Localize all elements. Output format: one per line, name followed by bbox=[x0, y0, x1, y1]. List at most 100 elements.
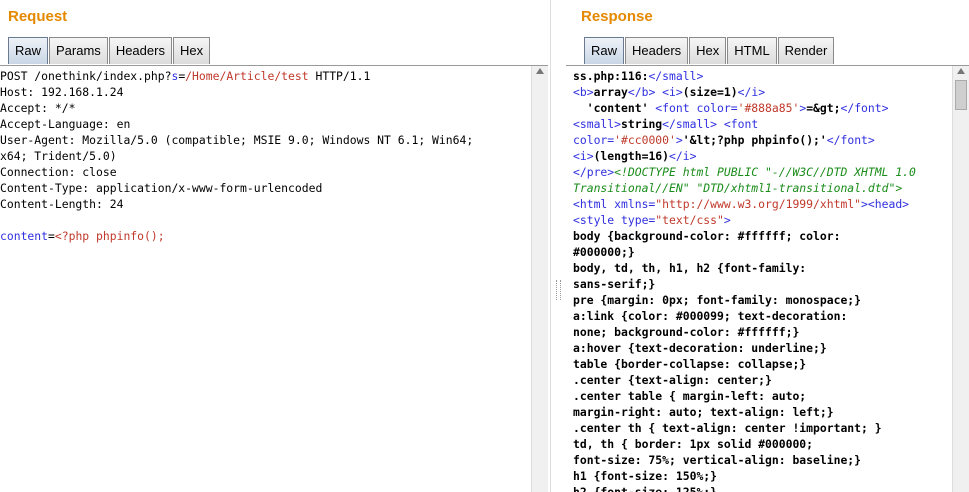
code-token: array bbox=[593, 85, 628, 99]
scroll-up-icon[interactable] bbox=[957, 68, 965, 74]
code-token: </font> bbox=[826, 133, 875, 147]
response-raw-text[interactable]: ss.php:116:</small> <b>array</b> <i>(size… bbox=[573, 68, 916, 492]
request-tab-headers[interactable]: Headers bbox=[108, 37, 172, 64]
response-line: ss.php:116:</small> bbox=[573, 68, 916, 84]
code-token: #000000;} bbox=[573, 245, 635, 259]
code-token: none; background-color: #ffffff;} bbox=[573, 325, 800, 339]
code-token: <style type= bbox=[573, 213, 656, 227]
code-token: body, td, th, h1, h2 {font-family: bbox=[573, 261, 807, 275]
code-token: /Home/Article/test bbox=[185, 69, 309, 83]
request-title: Request bbox=[8, 8, 68, 25]
code-token: <html xmlns= bbox=[573, 197, 656, 211]
code-token: =&gt; bbox=[806, 101, 841, 115]
request-raw-text[interactable]: POST /onethink/index.php?s=/Home/Article… bbox=[0, 68, 473, 244]
code-token: Accept-Language: en bbox=[0, 117, 131, 131]
code-token: a:link {color: #000099; text-decoration: bbox=[573, 309, 848, 323]
code-token: <i> bbox=[662, 85, 683, 99]
code-token: '#888a85' bbox=[737, 101, 800, 115]
request-line: Accept: */* bbox=[0, 100, 473, 116]
response-line: <style type="text/css"> bbox=[573, 212, 916, 228]
code-token: ><head> bbox=[861, 197, 910, 211]
response-line: <b>array</b> <i>(size=1)</i> bbox=[573, 84, 916, 100]
code-token: <font bbox=[723, 117, 759, 131]
response-line: pre {margin: 0px; font-family: monospace… bbox=[573, 292, 916, 308]
code-token: Content-Length: 24 bbox=[0, 197, 124, 211]
request-tab-raw[interactable]: Raw bbox=[8, 37, 49, 64]
code-token: "text/css" bbox=[655, 213, 724, 227]
code-token: POST /onethink/index.php? bbox=[0, 69, 172, 83]
response-line: a:hover {text-decoration: underline;} bbox=[573, 340, 916, 356]
response-panel: Response Raw Headers Hex HTML Render ss.… bbox=[566, 0, 969, 492]
code-token: ss.php:116: bbox=[573, 69, 649, 83]
request-line: content=<?php phpinfo(); bbox=[0, 228, 473, 244]
code-token: (length=16) bbox=[593, 149, 670, 163]
response-line: h2 {font-size: 125%;} bbox=[573, 484, 916, 492]
request-line: Host: 192.168.1.24 bbox=[0, 84, 473, 100]
code-token: color= bbox=[573, 133, 615, 147]
request-line: x64; Trident/5.0) bbox=[0, 148, 473, 164]
code-token: '&lt;?php phpinfo();' bbox=[682, 133, 827, 147]
response-line: none; background-color: #ffffff;} bbox=[573, 324, 916, 340]
code-token: a:hover {text-decoration: underline;} bbox=[573, 341, 827, 355]
response-line: .center table { margin-left: auto; bbox=[573, 388, 916, 404]
request-panel: Request Raw Params Headers Hex POST /one… bbox=[0, 0, 550, 492]
response-tab-headers[interactable]: Headers bbox=[625, 37, 689, 64]
code-token: x64; Trident/5.0) bbox=[0, 149, 117, 163]
request-line: Content-Type: application/x-www-form-url… bbox=[0, 180, 473, 196]
code-token: td, th { border: 1px solid #000000; bbox=[573, 437, 814, 451]
divider-grip-icon[interactable] bbox=[556, 280, 561, 300]
code-token: User-Agent: Mozilla/5.0 (compatible; MSI… bbox=[0, 133, 474, 147]
response-line: <small>string</small> <font bbox=[573, 116, 916, 132]
code-token: </i> bbox=[737, 85, 766, 99]
code-token: "http://www.w3.org/1999/xhtml" bbox=[655, 197, 862, 211]
code-token: > bbox=[723, 213, 731, 227]
code-token: margin-right: auto; text-align: left;} bbox=[573, 405, 834, 419]
request-tab-hex[interactable]: Hex bbox=[172, 37, 211, 64]
code-token: </small> bbox=[662, 117, 718, 131]
request-line: Accept-Language: en bbox=[0, 116, 473, 132]
code-token: </b> bbox=[627, 85, 656, 99]
response-line: <i>(length=16)</i> bbox=[573, 148, 916, 164]
response-line: sans-serif;} bbox=[573, 276, 916, 292]
response-line: .center {text-align: center;} bbox=[573, 372, 916, 388]
request-editor[interactable]: POST /onethink/index.php?s=/Home/Article… bbox=[0, 65, 548, 492]
code-token: pre {margin: 0px; font-family: monospace… bbox=[573, 293, 862, 307]
code-token: (size=1) bbox=[682, 85, 738, 99]
code-token: <small> bbox=[573, 117, 622, 131]
code-token: Content-Type: application/x-www-form-url… bbox=[0, 181, 323, 195]
code-token: string bbox=[621, 117, 663, 131]
code-token: </font> bbox=[840, 101, 889, 115]
request-line: User-Agent: Mozilla/5.0 (compatible; MSI… bbox=[0, 132, 473, 148]
code-token: Host: 192.168.1.24 bbox=[0, 85, 124, 99]
response-tab-hex[interactable]: Hex bbox=[689, 37, 727, 64]
code-token: .center table { margin-left: auto; bbox=[573, 389, 807, 403]
response-line: body {background-color: #ffffff; color: bbox=[573, 228, 916, 244]
code-token: <?php phpinfo(); bbox=[54, 229, 165, 243]
code-token: > bbox=[675, 133, 683, 147]
code-token: <font color= bbox=[655, 101, 738, 115]
code-token: '#cc0000' bbox=[614, 133, 676, 147]
response-scrollbar[interactable] bbox=[952, 66, 969, 492]
response-line: body, td, th, h1, h2 {font-family: bbox=[573, 260, 916, 276]
response-line: table {border-collapse: collapse;} bbox=[573, 356, 916, 372]
response-editor[interactable]: ss.php:116:</small> <b>array</b> <i>(size… bbox=[566, 65, 969, 492]
response-tab-render[interactable]: Render bbox=[777, 37, 835, 64]
code-token: Connection: close bbox=[0, 165, 117, 179]
request-tab-params[interactable]: Params bbox=[49, 37, 108, 64]
code-token: <i> bbox=[573, 149, 594, 163]
code-token: = bbox=[48, 229, 55, 243]
response-line: h1 {font-size: 150%;} bbox=[573, 468, 916, 484]
response-line: </pre><!DOCTYPE html PUBLIC "-//W3C//DTD… bbox=[573, 164, 916, 180]
code-token: .center th { text-align: center !importa… bbox=[573, 421, 882, 435]
request-scrollbar[interactable] bbox=[531, 66, 548, 492]
split-divider[interactable] bbox=[550, 0, 566, 492]
code-token: <b> bbox=[573, 85, 594, 99]
response-tab-raw[interactable]: Raw bbox=[584, 37, 625, 64]
response-tab-html[interactable]: HTML bbox=[727, 37, 777, 64]
response-line: .center th { text-align: center !importa… bbox=[573, 420, 916, 436]
code-token: h2 {font-size: 125%;} bbox=[573, 485, 718, 492]
scroll-thumb[interactable] bbox=[955, 80, 967, 110]
scroll-up-icon[interactable] bbox=[536, 68, 544, 74]
response-line: margin-right: auto; text-align: left;} bbox=[573, 404, 916, 420]
code-token: font-size: 75%; vertical-align: baseline… bbox=[573, 453, 862, 467]
